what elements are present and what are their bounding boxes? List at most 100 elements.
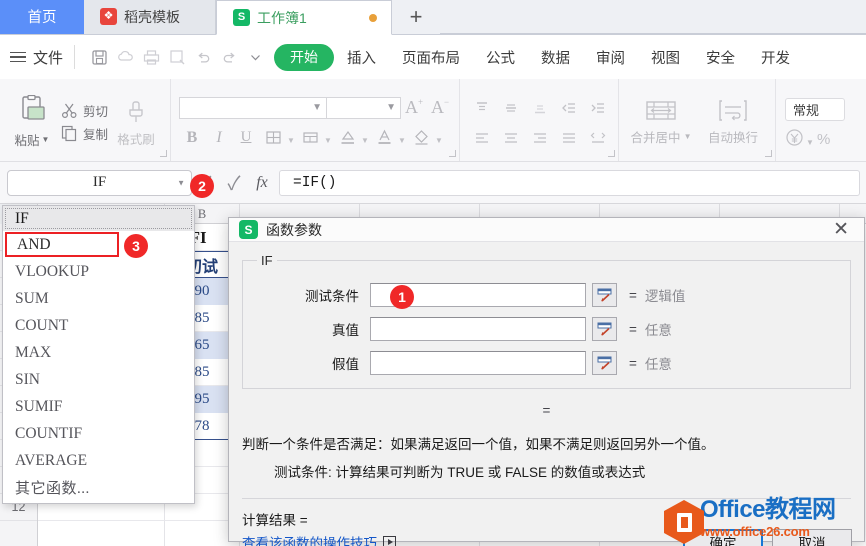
- file-menu-button[interactable]: 文件: [33, 47, 63, 68]
- tab-home[interactable]: 首页: [0, 0, 84, 34]
- align-left-icon[interactable]: [468, 126, 496, 150]
- function-item-average-label: AVERAGE: [15, 451, 88, 469]
- wps-sheet-icon: S: [233, 9, 250, 26]
- ribbon-tab-data[interactable]: 数据: [528, 42, 583, 72]
- formula-input[interactable]: =IF(): [279, 169, 860, 196]
- param-hint: 测试条件: 计算结果可判断为 TRUE 或 FALSE 的数值或表达式: [274, 464, 646, 480]
- tab-workbook1[interactable]: S 工作簿1: [216, 0, 392, 35]
- cancel-button[interactable]: 取消: [772, 528, 852, 546]
- customize-qat-icon[interactable]: [242, 45, 268, 69]
- tabbar-filler: [440, 0, 866, 34]
- ribbon-tab-formulas-label: 公式: [486, 50, 516, 67]
- ribbon-tab-home[interactable]: 开始: [274, 43, 335, 71]
- font-dialog-launcher[interactable]: [449, 150, 457, 157]
- cut-button[interactable]: 剪切: [61, 101, 108, 120]
- format-painter-button[interactable]: 格式刷: [108, 83, 164, 161]
- decrease-font-size-button[interactable]: A −: [427, 97, 453, 118]
- borders-chevron-down-icon[interactable]: ▼: [287, 126, 296, 150]
- clipboard-dialog-launcher[interactable]: [160, 150, 168, 157]
- ribbon-tab-view-label: 视图: [651, 50, 681, 67]
- function-dropdown-current[interactable]: IF: [3, 206, 194, 231]
- function-item-more[interactable]: 其它函数...: [3, 474, 194, 501]
- print-icon[interactable]: [138, 45, 164, 69]
- font-color-chevron-down-icon[interactable]: ▼: [398, 126, 407, 150]
- decrease-indent-icon[interactable]: [555, 96, 583, 120]
- function-item-count[interactable]: COUNT: [3, 312, 194, 339]
- merge-dialog-launcher[interactable]: [765, 150, 773, 157]
- undo-icon[interactable]: [190, 45, 216, 69]
- ribbon-tab-view[interactable]: 视图: [638, 42, 693, 72]
- cell-b5-text: 85: [194, 364, 210, 380]
- increase-font-size-button[interactable]: A +: [401, 97, 427, 118]
- save-icon[interactable]: [86, 45, 112, 69]
- function-item-average[interactable]: AVERAGE: [3, 447, 194, 474]
- function-item-vlookup[interactable]: VLOOKUP: [3, 258, 194, 285]
- redo-icon[interactable]: [216, 45, 242, 69]
- ribbon-tab-page-layout[interactable]: 页面布局: [389, 42, 473, 72]
- cell-style-chevron-down-icon[interactable]: ▼: [324, 126, 333, 150]
- ribbon-tab-security[interactable]: 安全: [693, 42, 748, 72]
- clear-format-icon[interactable]: [408, 126, 434, 150]
- name-box[interactable]: IF ▼: [7, 169, 192, 196]
- close-icon[interactable]: ✕: [828, 218, 854, 241]
- borders-icon[interactable]: [260, 126, 286, 150]
- align-right-icon[interactable]: [526, 126, 554, 150]
- function-item-sum[interactable]: SUM: [3, 285, 194, 312]
- insert-function-icon[interactable]: fx: [248, 168, 276, 198]
- cell[interactable]: [38, 521, 165, 546]
- cell-b2-text: 90: [194, 283, 210, 299]
- cell-style-icon[interactable]: [297, 126, 323, 150]
- function-item-countif[interactable]: COUNTIF: [3, 420, 194, 447]
- fill-color-chevron-down-icon[interactable]: ▼: [361, 126, 370, 150]
- print-preview-icon[interactable]: [164, 45, 190, 69]
- fill-color-icon[interactable]: [334, 126, 360, 150]
- align-justify-icon[interactable]: [555, 126, 583, 150]
- font-color-icon[interactable]: [371, 126, 397, 150]
- new-tab-button[interactable]: +: [392, 0, 440, 34]
- function-item-sumif[interactable]: SUMIF: [3, 393, 194, 420]
- function-tips-link[interactable]: 查看该函数的操作技巧: [242, 532, 396, 546]
- function-item-max[interactable]: MAX: [3, 339, 194, 366]
- bold-button[interactable]: B: [179, 126, 205, 150]
- currency-format-icon[interactable]: [785, 128, 804, 150]
- align-top-icon[interactable]: [468, 96, 496, 120]
- font-size-select[interactable]: ▼: [327, 96, 402, 119]
- distribute-icon[interactable]: [584, 126, 612, 150]
- font-name-select[interactable]: ▼: [179, 96, 328, 119]
- ok-button[interactable]: 确定: [683, 528, 763, 546]
- ribbon-tab-review[interactable]: 审阅: [583, 42, 638, 72]
- wrap-text-button[interactable]: 自动换行: [697, 98, 769, 146]
- function-params-group: IF 测试条件 = 逻辑值 真值 = 任意 假值 = 任意: [242, 253, 851, 389]
- accept-formula-icon[interactable]: ✓: [220, 168, 248, 198]
- range-picker-icon-falsevalue[interactable]: [592, 351, 617, 375]
- row-header[interactable]: [0, 521, 37, 546]
- currency-chevron-down-icon[interactable]: ▼: [806, 130, 815, 149]
- italic-button[interactable]: I: [206, 126, 232, 150]
- dialog-title-bar: S 函数参数 ✕: [229, 218, 864, 242]
- merge-center-button[interactable]: 合并居中 ▼: [625, 98, 697, 146]
- range-picker-icon-condition[interactable]: [592, 283, 617, 307]
- paste-button[interactable]: 粘贴 ▼: [6, 83, 58, 161]
- ribbon-tab-formulas[interactable]: 公式: [473, 42, 528, 72]
- function-item-and[interactable]: AND: [5, 232, 119, 257]
- align-center-icon[interactable]: [497, 126, 525, 150]
- ribbon-tab-insert[interactable]: 插入: [334, 42, 389, 72]
- range-picker-icon-truevalue[interactable]: [592, 317, 617, 341]
- param-input-truevalue[interactable]: [370, 317, 586, 341]
- align-middle-icon[interactable]: [497, 96, 525, 120]
- cloud-sync-icon[interactable]: [112, 45, 138, 69]
- percent-format-icon[interactable]: %: [817, 131, 830, 148]
- clear-format-chevron-down-icon[interactable]: ▼: [435, 126, 444, 150]
- ribbon-tab-developer[interactable]: 开发: [748, 42, 803, 72]
- menu-hamburger-icon[interactable]: [10, 51, 26, 63]
- param-input-falsevalue[interactable]: [370, 351, 586, 375]
- copy-button[interactable]: 复制: [61, 124, 108, 143]
- alignment-dialog-launcher[interactable]: [608, 150, 616, 157]
- underline-button[interactable]: U: [233, 126, 259, 150]
- function-item-sin[interactable]: SIN: [3, 366, 194, 393]
- name-box-chevron-down-icon[interactable]: ▼: [177, 178, 185, 187]
- align-bottom-icon[interactable]: [526, 96, 554, 120]
- increase-indent-icon[interactable]: [584, 96, 612, 120]
- number-format-select[interactable]: 常规: [785, 98, 846, 121]
- tab-docer-template[interactable]: ❖ 稻壳模板: [84, 0, 216, 34]
